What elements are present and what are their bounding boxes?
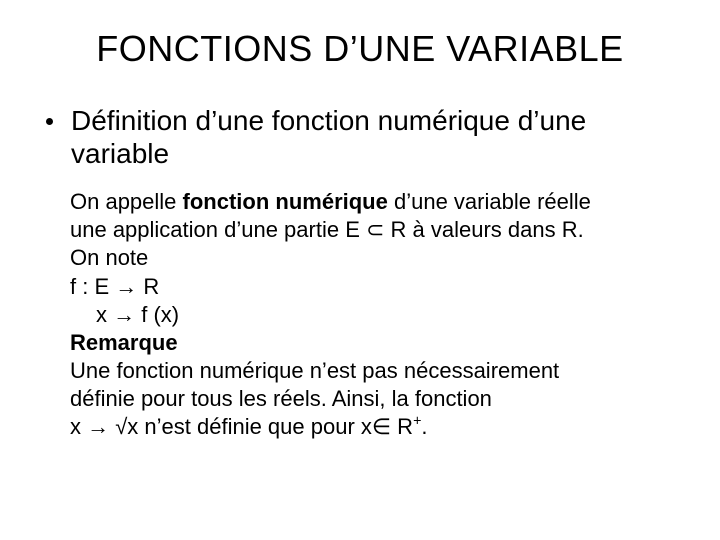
text: .	[421, 414, 427, 439]
slide-title: FONCTIONS D’UNE VARIABLE	[48, 28, 672, 70]
body-line-7: Une fonction numérique n’est pas nécessa…	[70, 357, 672, 385]
text: d’une variable réelle	[388, 189, 591, 214]
slide: FONCTIONS D’UNE VARIABLE Définition d’un…	[0, 0, 720, 540]
text: x → √x n’est définie que pour x∈ R	[70, 414, 413, 439]
body-line-8: définie pour tous les réels. Ainsi, la f…	[70, 385, 672, 413]
bold-remark: Remarque	[70, 330, 178, 355]
bullet-dot-icon	[46, 118, 53, 125]
body-text: On appelle fonction numérique d’une vari…	[70, 188, 672, 441]
body-line-9: x → √x n’est définie que pour x∈ R+.	[70, 413, 672, 441]
body-line-1: On appelle fonction numérique d’une vari…	[70, 188, 672, 216]
bullet-item: Définition d’une fonction numérique d’un…	[48, 104, 672, 170]
body-line-6: Remarque	[70, 329, 672, 357]
body-line-5: x → f (x)	[70, 301, 672, 329]
text: On appelle	[70, 189, 183, 214]
body-line-4: f : E → R	[70, 273, 672, 301]
bullet-text: Définition d’une fonction numérique d’un…	[71, 104, 672, 170]
body-line-3: On note	[70, 244, 672, 272]
bold-term: fonction numérique	[183, 189, 388, 214]
body-line-2: une application d’une partie E ⊂ R à val…	[70, 216, 672, 244]
